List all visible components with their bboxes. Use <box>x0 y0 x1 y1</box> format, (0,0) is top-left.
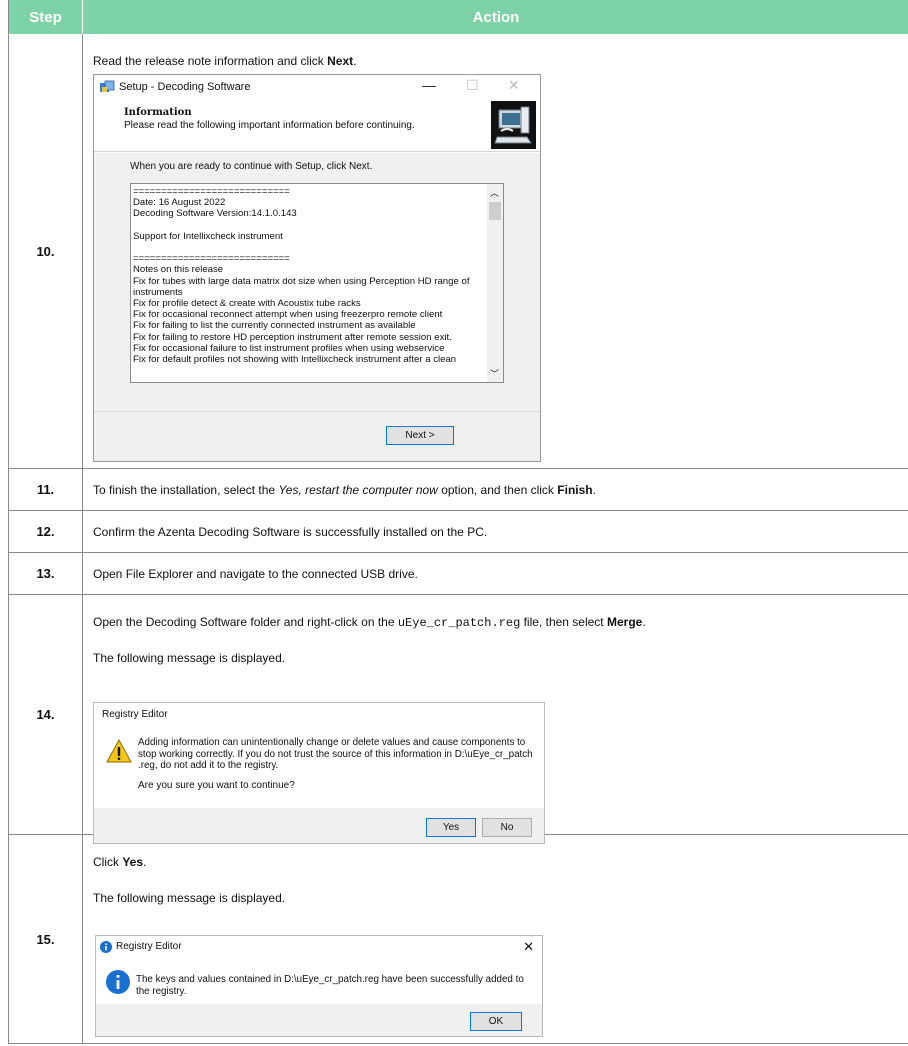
header-action: Action <box>83 0 908 34</box>
maximize-icon[interactable]: ☐ <box>466 77 479 94</box>
close-icon[interactable]: ✕ <box>523 939 534 955</box>
setup-titlebar: Setup - Decoding Software — ☐ ✕ <box>94 75 540 99</box>
release-notes-box[interactable]: ============================ Date: 16 Au… <box>130 183 504 383</box>
setup-info-header: Information Please read the following im… <box>94 99 540 152</box>
notes-line: Fix for failing to list the currently co… <box>133 320 416 332</box>
action-cell: Open the Decoding Software folder and ri… <box>83 595 908 844</box>
notes-line: Date: 16 August 2022 <box>133 197 226 209</box>
notes-line: ============================ <box>133 253 290 265</box>
instruction-text: Open the Decoding Software folder and ri… <box>93 615 646 630</box>
release-notes-lines: ============================ Date: 16 Au… <box>131 184 503 365</box>
notes-line <box>131 242 503 253</box>
setup-footer: Next > <box>94 411 540 461</box>
message-intro-text: The following message is displayed. <box>93 891 286 905</box>
minimize-icon[interactable]: — <box>422 77 436 93</box>
instruction-text: Confirm the Azenta Decoding Software is … <box>93 525 488 539</box>
notes-line: Fix for occasional failure to list instr… <box>133 342 445 354</box>
instruction-text: Read the release note information and cl… <box>93 54 357 68</box>
dialog-title: Registry Editor <box>102 709 168 720</box>
notes-line: Notes on this release <box>133 264 224 276</box>
info-small-icon <box>100 941 112 953</box>
step-number: 12. <box>9 511 83 552</box>
table-row-14: 14. Open the Decoding Software folder an… <box>9 595 908 844</box>
info-title: Information <box>124 107 192 118</box>
message-intro-text: The following message is displayed. <box>93 651 286 665</box>
scroll-down-icon[interactable]: ﹀ <box>490 367 499 380</box>
step-number: 13. <box>9 553 83 594</box>
registry-warning-dialog: Registry Editor Adding information can u… <box>93 702 545 844</box>
table-row-12: 12. Confirm the Azenta Decoding Software… <box>9 511 908 553</box>
table-row-13: 13. Open File Explorer and navigate to t… <box>9 553 908 595</box>
ready-text: When you are ready to continue with Setu… <box>130 161 373 172</box>
info-icon <box>106 970 130 994</box>
setup-app-icon <box>99 80 115 94</box>
notes-line: ============================ <box>133 186 290 197</box>
notes-line: Fix for default profiles not showing wit… <box>133 354 457 366</box>
step-number: 11. <box>9 469 83 510</box>
step-number: 14. <box>9 595 83 834</box>
close-icon[interactable]: ✕ <box>508 77 520 94</box>
dialog-title: Registry Editor <box>116 941 182 952</box>
header-step: Step <box>9 0 82 34</box>
notes-line: Support for Intellixcheck instrument <box>133 230 283 242</box>
action-cell: Open File Explorer and navigate to the c… <box>83 553 908 594</box>
table-row-10: 10. Read the release note information an… <box>9 34 908 469</box>
installer-computer-icon <box>491 101 536 149</box>
next-button[interactable]: Next > <box>386 426 454 445</box>
action-cell: To finish the installation, select the Y… <box>83 469 908 510</box>
scrollbar-thumb[interactable] <box>489 202 501 220</box>
dialog-message: Adding information can unintentionally c… <box>138 737 533 771</box>
notes-line <box>131 220 503 231</box>
setup-dialog: Setup - Decoding Software — ☐ ✕ Informat… <box>93 74 541 462</box>
notes-line: instruments <box>133 286 183 298</box>
instruction-text: To finish the installation, select the Y… <box>93 483 596 497</box>
scroll-up-icon[interactable]: ︿ <box>490 186 499 199</box>
procedure-table: Step Action 10. Read the release note in… <box>8 0 908 1044</box>
notes-line: Fix for failing to restore HD perception… <box>133 331 452 343</box>
notes-line: Fix for profile detect & create with Aco… <box>133 298 361 309</box>
action-cell: Click Yes. The following message is disp… <box>83 835 908 1043</box>
notes-line: Fix for tubes with large data matrix dot… <box>133 275 470 287</box>
action-cell: Confirm the Azenta Decoding Software is … <box>83 511 908 552</box>
setup-body: When you are ready to continue with Setu… <box>94 153 540 411</box>
instruction-text: Open File Explorer and navigate to the c… <box>93 567 418 581</box>
warning-icon <box>106 738 132 763</box>
dialog-footer: OK <box>96 1004 542 1036</box>
table-row-11: 11. To finish the installation, select t… <box>9 469 908 511</box>
dialog-message: The keys and values contained in D:\uEye… <box>136 974 524 997</box>
notes-line: Decoding Software Version:14.1.0.143 <box>133 208 297 220</box>
registry-success-dialog: Registry Editor ✕ The keys and values co… <box>95 935 543 1037</box>
notes-line: Fix for occasional reconnect attempt whe… <box>133 309 443 321</box>
dialog-question: Are you sure you want to continue? <box>138 780 295 791</box>
notes-scrollbar[interactable]: ︿ ﹀ <box>487 184 503 382</box>
action-cell: Read the release note information and cl… <box>83 34 908 468</box>
ok-button[interactable]: OK <box>470 1012 522 1031</box>
instruction-text: Click Yes. <box>93 855 147 869</box>
step-number: 15. <box>9 835 83 1043</box>
setup-title: Setup - Decoding Software <box>119 81 251 93</box>
info-subtitle: Please read the following important info… <box>124 120 415 131</box>
step-number: 10. <box>9 34 83 468</box>
table-row-15: 15. Click Yes. The following message is … <box>9 835 908 1044</box>
